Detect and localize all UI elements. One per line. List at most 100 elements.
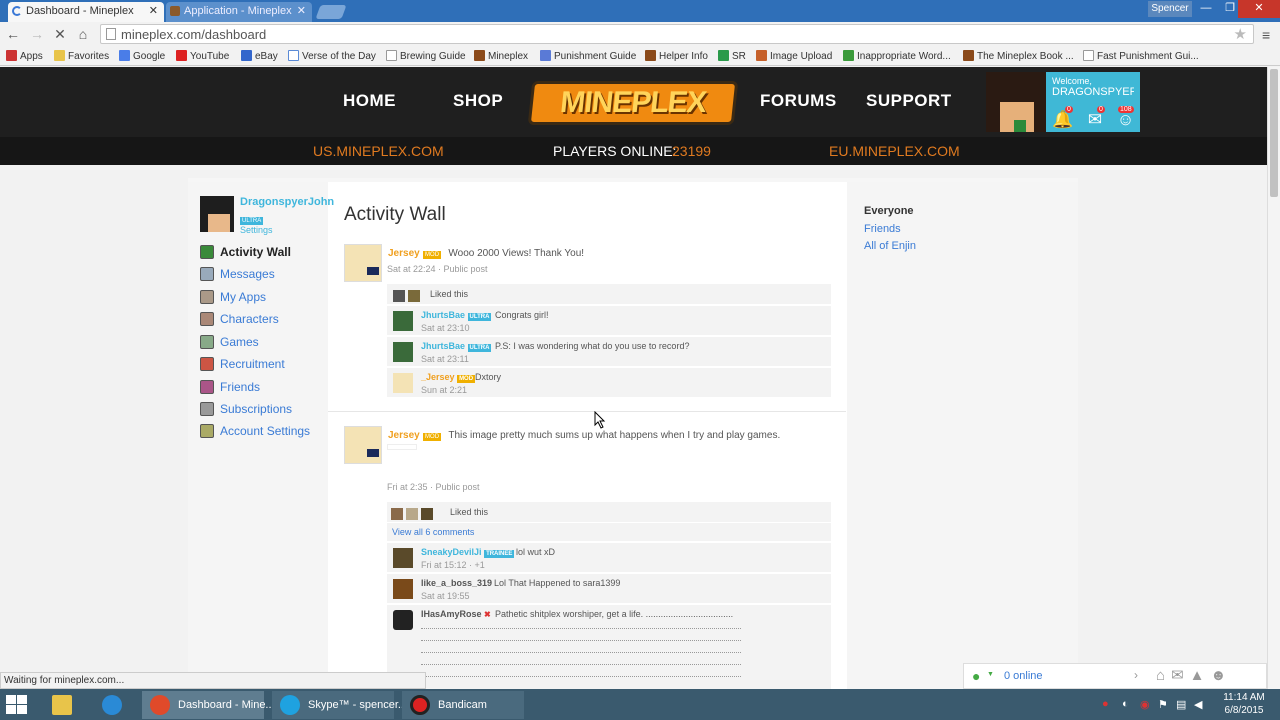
forward-icon[interactable]: →	[28, 25, 46, 43]
liker-avatar[interactable]	[393, 290, 405, 302]
friends-icon[interactable]: ☻	[1211, 667, 1233, 684]
stop-icon[interactable]: ✕	[51, 25, 69, 43]
sidebar-item-messages[interactable]: Messages	[200, 267, 275, 285]
nav-home[interactable]: HOME	[343, 91, 396, 111]
dropdown-icon[interactable]: ▼	[987, 671, 994, 678]
file-explorer-pin[interactable]	[42, 691, 86, 719]
bookmark-brewing[interactable]: Brewing Guide	[386, 50, 466, 62]
tab-dashboard[interactable]: Dashboard - Mineplex ✕	[8, 2, 164, 22]
bookmark-mineplex-book[interactable]: The Mineplex Book ...	[963, 50, 1074, 62]
close-tab-icon[interactable]: ✕	[149, 2, 158, 20]
close-tab-icon[interactable]: ✕	[297, 2, 306, 20]
bookmark-punishment[interactable]: Punishment Guide	[540, 50, 636, 62]
bookmark-fast-punishment[interactable]: Fast Punishment Gui...	[1083, 50, 1199, 62]
bookmark-youtube[interactable]: YouTube	[176, 50, 229, 62]
bookmark-google[interactable]: Google	[119, 50, 165, 62]
liker-avatar[interactable]	[391, 508, 403, 520]
nav-forums[interactable]: FORUMS	[760, 91, 837, 111]
comment-author[interactable]: _Jersey MOD	[421, 372, 476, 383]
comment-avatar[interactable]	[393, 610, 413, 630]
liker-avatar[interactable]	[408, 290, 420, 302]
welcome-panel[interactable]: Welcome, DRAGONSPYER... 🔔 ✉ ☺ 0 0 108	[1046, 72, 1140, 132]
online-count[interactable]: 0 online	[1004, 670, 1043, 682]
comment-author[interactable]: JhurtsBae ULTRA	[421, 341, 492, 352]
filter-all-of-enjin[interactable]: All of Enjin	[864, 240, 916, 252]
sidebar-item-characters[interactable]: Characters	[200, 312, 279, 330]
bookmark-favorites[interactable]: Favorites	[54, 50, 109, 62]
post-avatar[interactable]	[344, 244, 382, 282]
system-clock[interactable]: 11:14 AM 6/8/2015	[1214, 691, 1274, 717]
tray-icon[interactable]: ◐	[1122, 698, 1129, 710]
sidebar-item-account-settings[interactable]: Account Settings	[200, 424, 310, 442]
record-icon[interactable]: ●	[1102, 698, 1109, 710]
start-button[interactable]	[6, 695, 28, 715]
comment-author[interactable]: IHasAmyRose ✖	[421, 609, 491, 619]
close-window-icon[interactable]: ✕	[1238, 0, 1280, 18]
mineplex-logo[interactable]: MINEPLEX	[527, 81, 739, 125]
new-tab-button[interactable]	[315, 5, 347, 19]
sidebar-item-subscriptions[interactable]: Subscriptions	[200, 402, 292, 420]
comment-author[interactable]: SneakyDevilJi TRAINEE	[421, 547, 515, 558]
page-scrollbar[interactable]	[1267, 67, 1280, 689]
bell-icon[interactable]: ▲	[1190, 667, 1211, 684]
post-image-placeholder[interactable]	[387, 444, 417, 450]
comment-avatar[interactable]	[393, 311, 413, 331]
comment-avatar[interactable]	[393, 548, 413, 568]
bookmark-mineplex[interactable]: Mineplex	[474, 50, 528, 62]
back-icon[interactable]: ←	[4, 25, 22, 43]
nav-shop[interactable]: SHOP	[453, 91, 503, 111]
minimize-icon[interactable]: —	[1194, 0, 1218, 18]
comment-author[interactable]: JhurtsBae ULTRA	[421, 310, 492, 321]
scrollbar-thumb[interactable]	[1270, 69, 1278, 197]
tray-icon[interactable]: ◉	[1140, 698, 1150, 711]
profile-username[interactable]: DragonspyerJohn	[240, 196, 334, 208]
comment-avatar[interactable]	[393, 579, 413, 599]
bookmark-verse[interactable]: Verse of the Day	[288, 50, 376, 62]
taskbar-bandicam[interactable]: Bandicam	[402, 691, 524, 719]
liker-avatar[interactable]	[421, 508, 433, 520]
envelope-icon[interactable]: ✉	[1171, 667, 1190, 684]
bookmark-sr[interactable]: SR	[718, 50, 746, 62]
liker-avatar[interactable]	[406, 508, 418, 520]
tab-application[interactable]: Application - Mineplex ✕	[166, 2, 312, 22]
sidebar-item-games[interactable]: Games	[200, 335, 259, 353]
filter-everyone[interactable]: Everyone	[864, 205, 914, 217]
home-icon[interactable]: ⌂	[1156, 667, 1171, 684]
sidebar-item-recruitment[interactable]: Recruitment	[200, 357, 285, 375]
comment-avatar[interactable]	[393, 373, 413, 393]
comment-author[interactable]: like_a_boss_319	[421, 578, 492, 588]
volume-icon[interactable]: ◀	[1194, 698, 1202, 711]
url-input[interactable]: mineplex.com/dashboard ★	[100, 24, 1254, 44]
sidebar-item-friends[interactable]: Friends	[200, 380, 260, 398]
post-author[interactable]: Jersey	[388, 430, 420, 441]
sidebar-item-activity-wall[interactable]: Activity Wall	[200, 245, 291, 263]
bookmark-inappropriate[interactable]: Inappropriate Word...	[843, 50, 951, 62]
profile-chip[interactable]: Spencer	[1148, 1, 1192, 17]
profile-settings-link[interactable]: Settings	[240, 225, 273, 235]
taskbar-chrome[interactable]: Dashboard - Mine...	[142, 691, 275, 719]
home-icon[interactable]: ⌂	[74, 25, 92, 43]
network-icon[interactable]: ▤	[1176, 698, 1186, 711]
view-all-comments-link[interactable]: View all 6 comments	[392, 527, 474, 537]
bookmark-apps[interactable]: Apps	[6, 50, 43, 62]
profile-avatar[interactable]	[200, 196, 234, 232]
bookmark-helper[interactable]: Helper Info	[645, 50, 708, 62]
flag-icon[interactable]: ⚑	[1158, 698, 1168, 711]
bookmark-image-upload[interactable]: Image Upload	[756, 50, 832, 62]
sidebar-item-my-apps[interactable]: My Apps	[200, 290, 266, 308]
us-server-link[interactable]: US.MINEPLEX.COM	[313, 143, 444, 159]
eu-server-link[interactable]: EU.MINEPLEX.COM	[829, 143, 960, 159]
post-author[interactable]: Jersey	[388, 248, 420, 259]
bookmark-star-icon[interactable]: ★	[1234, 25, 1247, 43]
filter-friends[interactable]: Friends	[864, 223, 901, 235]
nav-support[interactable]: SUPPORT	[866, 91, 952, 111]
bookmark-ebay[interactable]: eBay	[241, 50, 278, 62]
chevron-right-icon[interactable]: ›	[1134, 668, 1138, 682]
ie-pin[interactable]	[92, 691, 136, 719]
comment-avatar[interactable]	[393, 342, 413, 362]
taskbar-skype[interactable]: Skype™ - spencer...	[272, 691, 407, 719]
post-avatar[interactable]	[344, 426, 382, 464]
user-avatar[interactable]	[986, 72, 1046, 132]
rank-badge: ULTRA	[240, 217, 264, 225]
chrome-menu-icon[interactable]: ≡	[1262, 27, 1270, 43]
